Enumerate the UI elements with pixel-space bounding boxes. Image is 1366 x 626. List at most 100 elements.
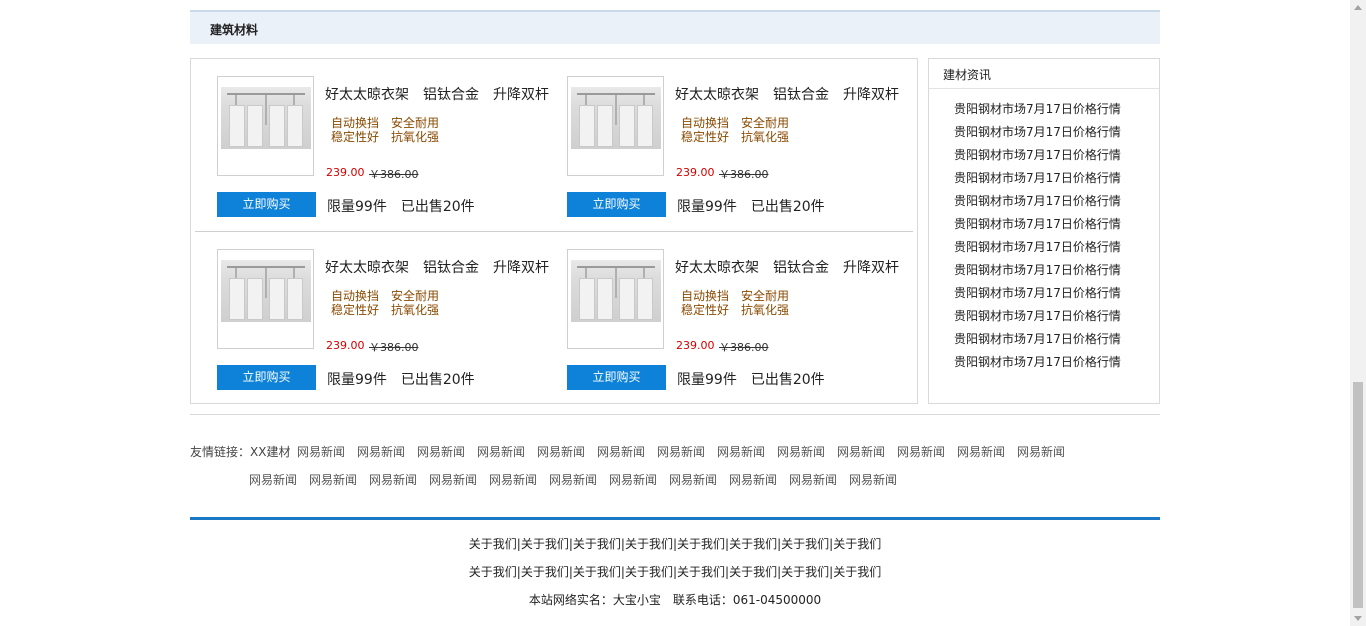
footer-link-about-us[interactable]: 关于我们 [781,565,829,579]
news-item[interactable]: 贵阳钢材市场7月17日价格行情 [954,170,1121,193]
news-item[interactable]: 贵阳钢材市场7月17日价格行情 [954,216,1121,239]
friend-link[interactable]: 网易新闻 [297,443,345,460]
scroll-up-arrow-icon[interactable] [1354,5,1362,10]
scroll-down-arrow-icon[interactable] [1354,616,1362,621]
product-stock: 限量99件 已出售20件 [327,372,475,388]
clothes-rack-photo [221,87,311,149]
friend-link[interactable]: 网易新闻 [837,443,885,460]
footer-link-about-us[interactable]: 关于我们 [677,537,725,551]
product-stock: 限量99件 已出售20件 [677,199,825,215]
clothes-rack-photo [571,260,661,322]
footer-link-about-us[interactable]: 关于我们 [625,565,673,579]
product-card: 好太太晾衣架 铝钛合金 升降双杆 自动换挡 安全耐用 稳定性好 抗氧化强 239… [567,249,907,399]
news-item[interactable]: 贵阳钢材市场7月17日价格行情 [954,354,1121,377]
friend-link[interactable]: 网易新闻 [429,471,477,488]
news-item[interactable]: 贵阳钢材市场7月17日价格行情 [954,124,1121,147]
section-header: 建筑材料 [190,10,1160,44]
product-old-price: ￥386.00 [719,168,769,181]
friend-link[interactable]: 网易新闻 [777,443,825,460]
friend-link[interactable]: 网易新闻 [549,471,597,488]
buy-now-button[interactable]: 立即购买 [567,365,666,390]
buy-now-button[interactable]: 立即购买 [217,192,316,217]
friend-link[interactable]: 网易新闻 [849,471,897,488]
product-old-price: ￥386.00 [369,168,419,181]
friend-link[interactable]: 网易新闻 [717,443,765,460]
news-item[interactable]: 贵阳钢材市场7月17日价格行情 [954,262,1121,285]
footer-link-about-us[interactable]: 关于我们 [469,537,517,551]
footer-links-row-2: 关于我们|关于我们|关于我们|关于我们|关于我们|关于我们|关于我们|关于我们 [190,563,1160,580]
scrollbar-thumb[interactable] [1353,382,1363,608]
friend-link[interactable]: 网易新闻 [369,471,417,488]
news-item[interactable]: 贵阳钢材市场7月17日价格行情 [954,285,1121,308]
buy-now-button[interactable]: 立即购买 [217,365,316,390]
product-feature: 稳定性好 抗氧化强 [681,303,790,317]
news-title: 建材资讯 [943,68,992,82]
friend-link[interactable]: 网易新闻 [537,443,585,460]
footer-rule [190,517,1160,520]
product-stock: 限量99件 已出售20件 [677,372,825,388]
footer-link-about-us[interactable]: 关于我们 [573,537,621,551]
news-header: 建材资讯 [929,59,1159,89]
news-item[interactable]: 贵阳钢材市场7月17日价格行情 [954,147,1121,170]
friend-link[interactable]: 网易新闻 [417,443,465,460]
friend-link[interactable]: 网易新闻 [477,443,525,460]
product-old-price: ￥386.00 [369,341,419,354]
footer-link-about-us[interactable]: 关于我们 [781,537,829,551]
divider-line [190,414,1160,415]
friend-link[interactable]: 网易新闻 [597,443,645,460]
product-price: 239.00 [326,166,365,179]
news-item[interactable]: 贵阳钢材市场7月17日价格行情 [954,239,1121,262]
friend-link[interactable]: 网易新闻 [669,471,717,488]
friend-link[interactable]: 网易新闻 [1017,443,1065,460]
product-name[interactable]: 好太太晾衣架 铝钛合金 升降双杆 [675,257,899,277]
news-item[interactable]: 贵阳钢材市场7月17日价格行情 [954,331,1121,354]
friend-link[interactable]: 网易新闻 [897,443,945,460]
product-image[interactable] [217,249,314,349]
product-old-price: ￥386.00 [719,341,769,354]
footer-link-about-us[interactable]: 关于我们 [677,565,725,579]
vertical-scrollbar[interactable] [1350,0,1366,626]
news-panel: 建材资讯 贵阳钢材市场7月17日价格行情 贵阳钢材市场7月17日价格行情 贵阳钢材市… [928,58,1160,404]
clothes-rack-photo [221,260,311,322]
news-item[interactable]: 贵阳钢材市场7月17日价格行情 [954,193,1121,216]
product-name[interactable]: 好太太晾衣架 铝钛合金 升降双杆 [325,84,549,104]
product-card: 好太太晾衣架 铝钛合金 升降双杆 自动换挡 安全耐用 稳定性好 抗氧化强 239… [567,76,907,226]
friend-link[interactable]: 网易新闻 [789,471,837,488]
footer-link-about-us[interactable]: 关于我们 [833,565,881,579]
friend-link[interactable]: 网易新闻 [729,471,777,488]
product-name[interactable]: 好太太晾衣架 铝钛合金 升降双杆 [325,257,549,277]
news-item[interactable]: 贵阳钢材市场7月17日价格行情 [954,101,1121,124]
product-name[interactable]: 好太太晾衣架 铝钛合金 升降双杆 [675,84,899,104]
product-price: 239.00 [676,166,715,179]
page: 建筑材料 好太太晾衣架 铝钛合金 升降双杆 自动换挡 安全耐用 稳定性好 抗氧化… [0,0,1350,626]
product-image[interactable] [567,249,664,349]
footer-link-about-us[interactable]: 关于我们 [521,565,569,579]
product-card: 好太太晾衣架 铝钛合金 升降双杆 自动换挡 安全耐用 稳定性好 抗氧化强 239… [217,249,557,399]
product-stock: 限量99件 已出售20件 [327,199,475,215]
news-list: 贵阳钢材市场7月17日价格行情 贵阳钢材市场7月17日价格行情 贵阳钢材市场7月17… [954,101,1121,377]
product-feature: 稳定性好 抗氧化强 [331,303,440,317]
product-image[interactable] [217,76,314,176]
footer-link-about-us[interactable]: 关于我们 [625,537,673,551]
product-price: 239.00 [676,339,715,352]
footer-link-about-us[interactable]: 关于我们 [729,565,777,579]
friend-link[interactable]: 网易新闻 [357,443,405,460]
product-image[interactable] [567,76,664,176]
footer-link-about-us[interactable]: 关于我们 [469,565,517,579]
friend-link[interactable]: 网易新闻 [609,471,657,488]
friend-link[interactable]: 网易新闻 [249,471,297,488]
news-item[interactable]: 贵阳钢材市场7月17日价格行情 [954,308,1121,331]
product-price: 239.00 [326,339,365,352]
friend-link[interactable]: 网易新闻 [957,443,1005,460]
friend-link[interactable]: 网易新闻 [309,471,357,488]
footer-link-about-us[interactable]: 关于我们 [833,537,881,551]
buy-now-button[interactable]: 立即购买 [567,192,666,217]
friend-link[interactable]: 网易新闻 [489,471,537,488]
footer-link-about-us[interactable]: 关于我们 [521,537,569,551]
footer-link-about-us[interactable]: 关于我们 [573,565,621,579]
section-title: 建筑材料 [210,23,259,37]
footer-link-about-us[interactable]: 关于我们 [729,537,777,551]
product-card: 好太太晾衣架 铝钛合金 升降双杆 自动换挡 安全耐用 稳定性好 抗氧化强 239… [217,76,557,226]
product-feature: 稳定性好 抗氧化强 [681,130,790,144]
friend-link[interactable]: 网易新闻 [657,443,705,460]
